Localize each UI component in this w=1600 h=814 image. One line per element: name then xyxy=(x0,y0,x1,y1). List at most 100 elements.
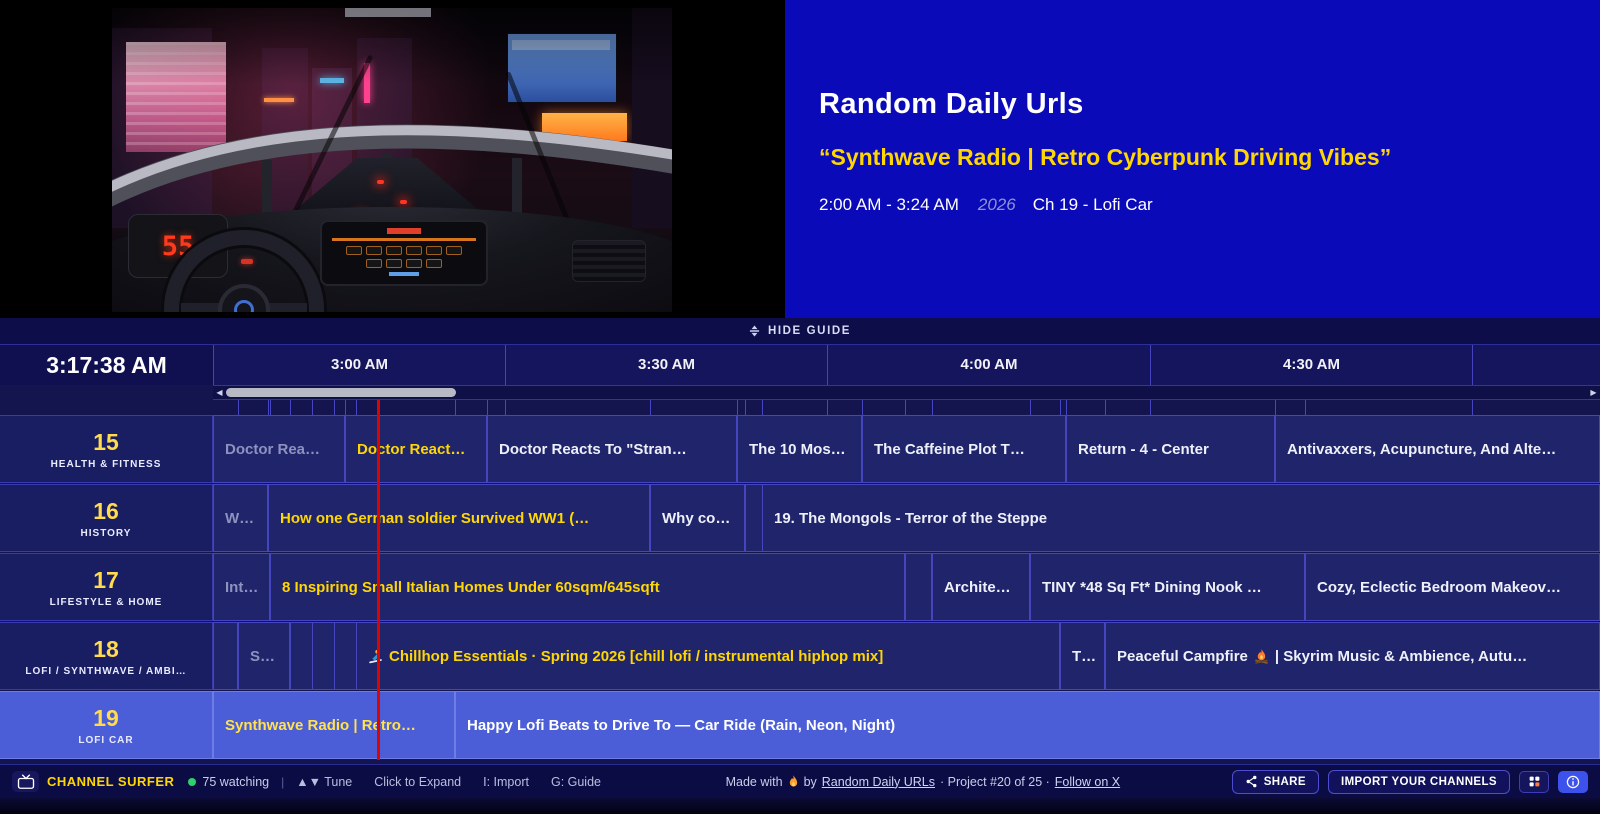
program-title: “Synthwave Radio | Retro Cyberpunk Drivi… xyxy=(819,144,1392,170)
program-cell[interactable]: Return - 4 - Center xyxy=(1066,415,1275,483)
program-cell[interactable] xyxy=(905,553,932,621)
guide-clock: 3:17:38 AM xyxy=(0,345,213,385)
guide-row: 15 HEALTH & FITNESS Doctor Rea… Doctor Reac… xyxy=(0,415,1600,483)
program-cell[interactable]: Why co… xyxy=(650,484,745,552)
program-cell[interactable]: Doctor Rea… xyxy=(213,415,345,483)
program-cell[interactable] xyxy=(290,622,314,690)
channel-cell[interactable]: 18 LOFI / SYNTHWAVE / AMBI… xyxy=(0,622,213,690)
program-cell[interactable] xyxy=(312,622,336,690)
program-cell[interactable]: The Caffeine Plot T… xyxy=(862,415,1066,483)
channel-surfer-app: 55 Random Daily Urls “Synthwave Radio | … xyxy=(0,0,1600,814)
guide-row: 16 HISTORY W… How one German soldier Surviv… xyxy=(0,484,1600,552)
by-label: by xyxy=(803,774,817,789)
video-player[interactable]: 55 xyxy=(0,0,785,318)
hide-guide-button[interactable]: HIDE GUIDE xyxy=(0,318,1600,344)
channel-cell[interactable]: 15 HEALTH & FITNESS xyxy=(0,415,213,483)
import-channels-button[interactable]: IMPORT YOUR CHANNELS xyxy=(1327,769,1510,794)
divider: | xyxy=(281,774,285,789)
follow-on-x-link[interactable]: Follow on X xyxy=(1055,775,1120,789)
program-cell[interactable] xyxy=(334,622,358,690)
share-label: SHARE xyxy=(1263,775,1306,788)
channel-name: LOFI / SYNTHWAVE / AMBI… xyxy=(25,665,187,677)
program-cell[interactable]: Archite… xyxy=(932,553,1030,621)
guide-grid: 15 HEALTH & FITNESS Doctor Rea… Doctor Reac… xyxy=(0,400,1600,760)
channel-number: 17 xyxy=(93,566,119,593)
program-cell[interactable]: W… xyxy=(213,484,268,552)
scrollbar-thumb[interactable] xyxy=(226,388,456,397)
tv-icon xyxy=(17,774,35,789)
program-title: TINY *48 Sq Ft* Dining Nook … xyxy=(1042,578,1262,596)
random-daily-urls-link[interactable]: Random Daily URLs xyxy=(822,775,935,789)
share-button[interactable]: SHARE xyxy=(1231,769,1319,794)
program-year: 2026 xyxy=(977,195,1016,214)
channel-cell[interactable]: 16 HISTORY xyxy=(0,484,213,552)
program-title: 19. The Mongols - Terror of the Steppe xyxy=(774,509,1048,527)
hint-expand: Click to Expand xyxy=(374,774,462,789)
program-title: T… xyxy=(1072,647,1097,665)
program-title: Cozy, Eclectic Bedroom Makeov… xyxy=(1317,578,1561,596)
program-title: W… xyxy=(225,509,255,527)
program-title: Doctor Rea… xyxy=(225,440,321,458)
program-title: Peaceful Campfire xyxy=(1117,647,1248,665)
guide-row: 19 LOFI CAR Synthwave Radio | Retro… Happy … xyxy=(0,691,1600,759)
channel-name: HEALTH & FITNESS xyxy=(50,458,162,470)
program-cell[interactable]: Peaceful Campfire | Skyrim Music & Ambien… xyxy=(1105,622,1600,690)
program-cell[interactable]: TINY *48 Sq Ft* Dining Nook … xyxy=(1030,553,1305,621)
apps-button[interactable] xyxy=(1519,770,1549,793)
program-title: Why co… xyxy=(662,509,731,527)
program-cell[interactable]: T… xyxy=(1060,622,1105,690)
program-cell[interactable]: 8 Inspiring Small Italian Homes Under 60… xyxy=(270,553,905,621)
program-cell[interactable]: Happy Lofi Beats to Drive To — Car Ride … xyxy=(455,691,1600,759)
program-title: S… xyxy=(250,647,276,665)
project-label: · Project #20 of 25 · xyxy=(940,774,1050,789)
info-button[interactable] xyxy=(1558,770,1588,793)
scroll-right-button[interactable]: ▶ xyxy=(1587,386,1600,399)
watching-count: 75 watching xyxy=(202,774,270,789)
now-playing-panel: Random Daily Urls “Synthwave Radio | Ret… xyxy=(785,0,1600,318)
bottom-strip xyxy=(0,798,1600,814)
hint-import: I: Import xyxy=(483,774,529,789)
tv-logo xyxy=(12,771,39,792)
program-title: How one German soldier Survived WW1 (… xyxy=(280,509,590,527)
channel-name: LIFESTYLE & HOME xyxy=(49,596,163,608)
campfire-icon xyxy=(1254,648,1269,664)
program-cell[interactable] xyxy=(213,622,238,690)
program-meta: 2:00 AM - 3:24 AM 2026 Ch 19 - Lofi Car xyxy=(819,195,1600,215)
guide-header: 3:17:38 AM 3:00 AM 3:30 AM 4:00 AM 4:30 AM xyxy=(0,344,1600,385)
guide-row: 18 LOFI / SYNTHWAVE / AMBI… S… Chillhop Ess… xyxy=(0,622,1600,690)
program-cell[interactable]: Doctor Reacts To "Stran… xyxy=(487,415,737,483)
time-slots: 3:00 AM 3:30 AM 4:00 AM 4:30 AM xyxy=(213,345,1600,385)
program-title: Synthwave Radio | Retro… xyxy=(225,716,416,734)
program-title: Happy Lofi Beats to Drive To — Car Ride … xyxy=(467,716,896,734)
scroll-left-button[interactable]: ◀ xyxy=(213,386,226,399)
channel-cell[interactable]: 19 LOFI CAR xyxy=(0,691,213,759)
guide-scrollbar: ◀ ▶ xyxy=(213,385,1600,400)
status-bar: CHANNEL SURFER 75 watching | ▲▼ Tune Cli… xyxy=(0,764,1600,798)
time-range: 2:00 AM - 3:24 AM xyxy=(819,195,959,214)
program-cell[interactable]: Chillhop Essentials · Spring 2026 [chill… xyxy=(356,622,1060,690)
credit-line: Made with by Random Daily URLs · Project… xyxy=(726,775,1121,789)
program-cell[interactable]: The 10 Mos… xyxy=(737,415,862,483)
drag-handle-icon xyxy=(749,325,760,337)
channel-cell[interactable]: 17 LIFESTYLE & HOME xyxy=(0,553,213,621)
program-cell[interactable]: Cozy, Eclectic Bedroom Makeov… xyxy=(1305,553,1600,621)
channel-number: 18 xyxy=(93,635,119,662)
program-cell[interactable]: Doctor React… xyxy=(345,415,487,483)
program-cell[interactable]: Antivaxxers, Acupuncture, And Alte… xyxy=(1275,415,1600,483)
channel-number: 15 xyxy=(93,428,119,455)
program-cell[interactable]: 19. The Mongols - Terror of the Steppe xyxy=(762,484,1600,552)
program-title: Chillhop Essentials · Spring 2026 [chill… xyxy=(389,647,884,665)
hint-tune: ▲▼ Tune xyxy=(296,774,353,789)
channel-title: Random Daily Urls xyxy=(819,88,1084,120)
program-title: 8 Inspiring Small Italian Homes Under 60… xyxy=(282,578,660,596)
program-cell[interactable]: S… xyxy=(238,622,290,690)
program-title: Archite… xyxy=(944,578,1011,596)
program-cell[interactable]: How one German soldier Survived WW1 (… xyxy=(268,484,650,552)
program-cell[interactable]: Synthwave Radio | Retro… xyxy=(213,691,455,759)
hint-guide: G: Guide xyxy=(550,774,601,789)
program-title: The 10 Mos… xyxy=(749,440,846,458)
snowboarder-icon xyxy=(368,649,383,664)
time-slot: 4:00 AM xyxy=(828,345,1151,385)
tick-strip xyxy=(213,400,1600,415)
program-cell[interactable]: Int… xyxy=(213,553,270,621)
